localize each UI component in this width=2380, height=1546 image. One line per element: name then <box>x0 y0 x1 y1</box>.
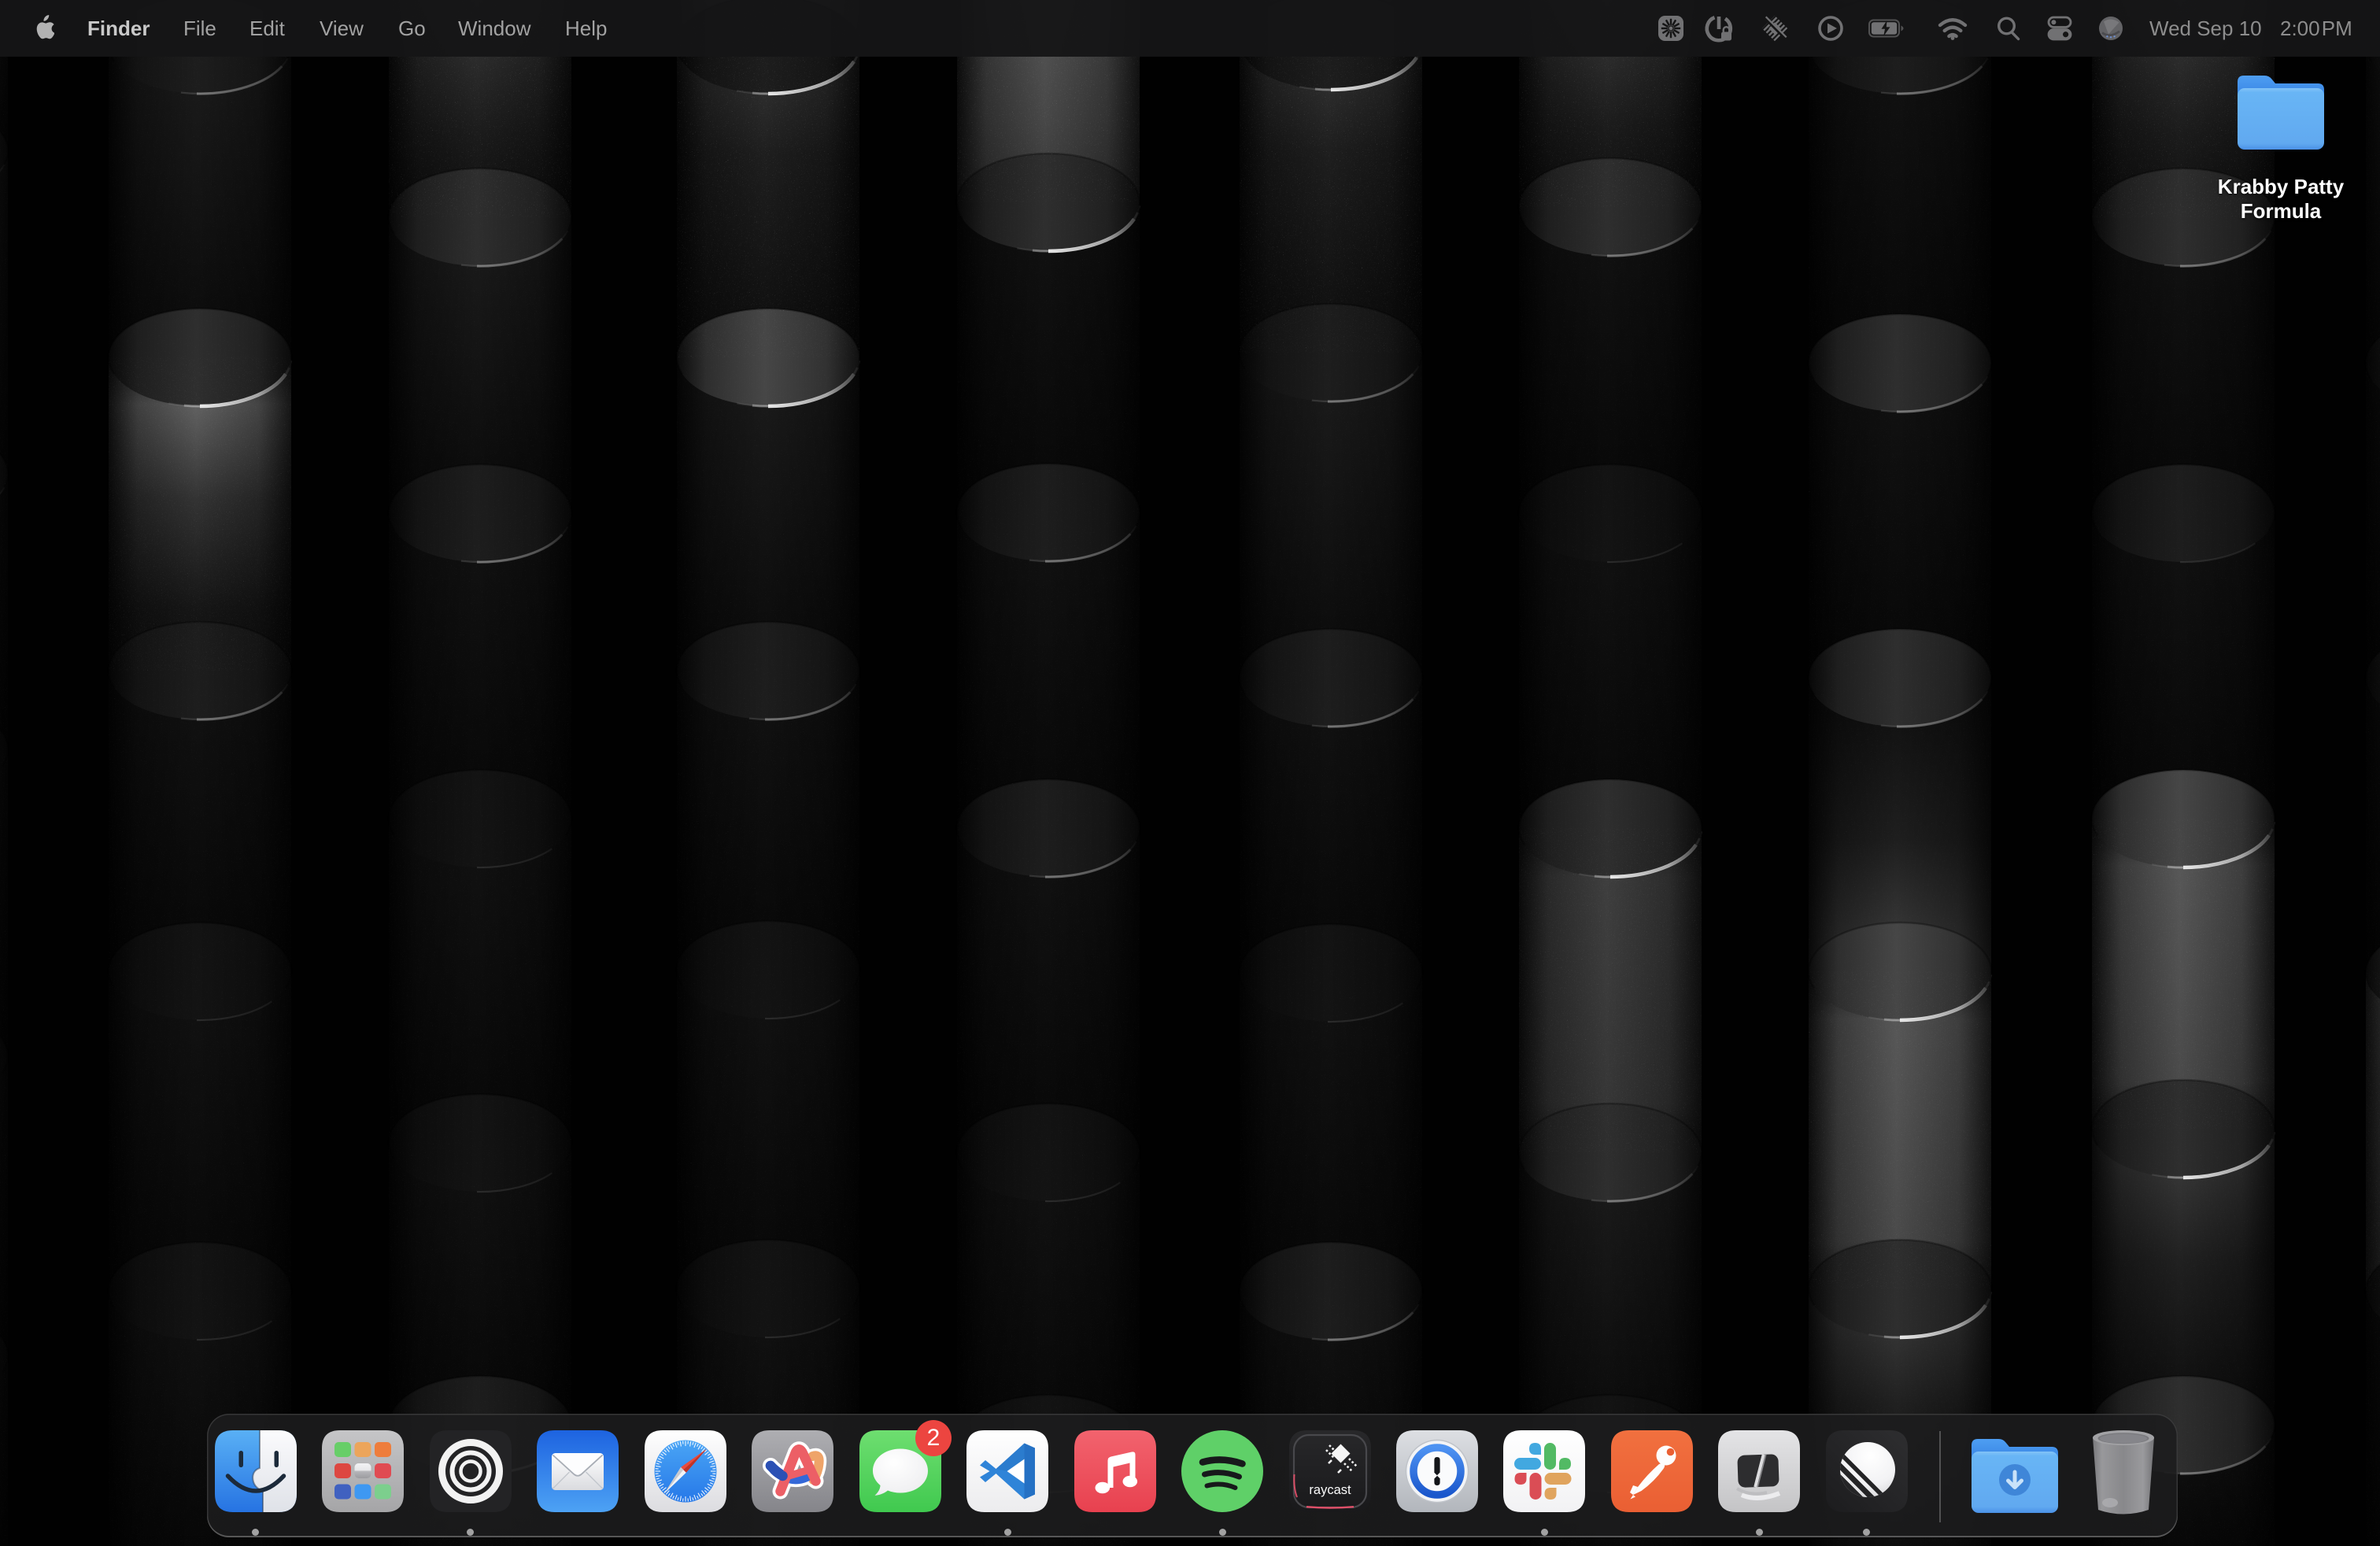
svg-text:raycast: raycast <box>1309 1483 1351 1497</box>
